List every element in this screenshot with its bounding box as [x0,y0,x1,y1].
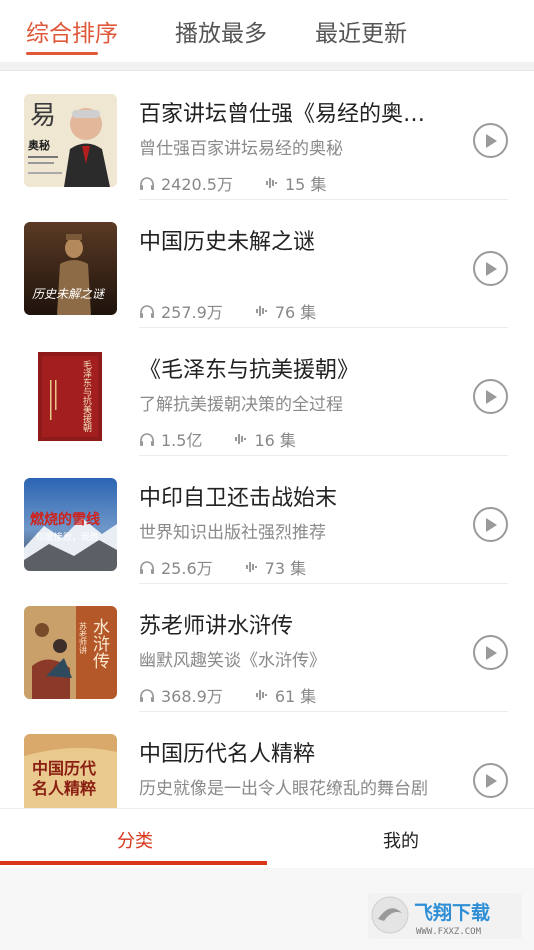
episode-count-value: 16 集 [254,431,296,450]
episode-count: 15 集 [265,171,326,195]
audio-wave-icon [235,434,247,444]
cover-vertical-title: 水浒传 [89,618,110,669]
list-item[interactable]: 中国历代 名人精粹 中国历代名人精粹 历史就像是一出令人眼花缭乱的舞台剧 [0,712,534,808]
album-title: 中国历史未解之谜 [139,230,316,255]
play-count-value: 25.6万 [161,559,213,578]
active-tab-indicator [26,52,98,55]
headphones-icon [140,305,154,318]
cover-vertical-subtitle: 苏老师讲 [79,621,88,655]
album-stats: 25.6万 73 集 [139,555,338,579]
album-cover: 历史未解之谜 [24,222,117,315]
play-count: 257.9万 [139,299,223,323]
watermark-logo: 飞翔下载 WWW.FXXZ.COM [368,893,522,939]
album-subtitle: 幽默风趣笑谈《水浒传》 [139,651,326,671]
audio-wave-icon [266,178,277,188]
album-cover: 中国历代 名人精粹 [24,734,117,808]
episode-count: 61 集 [255,683,316,707]
play-icon [485,645,497,660]
headphones-icon [140,561,154,574]
play-icon [485,389,497,404]
album-title: 中国历代名人精粹 [139,742,316,767]
play-count-value: 257.9万 [161,303,223,322]
play-button[interactable] [473,251,508,286]
album-subtitle: 历史就像是一出令人眼花缭乱的舞台剧 [139,779,428,799]
watermark-text: 飞翔下载 [414,901,490,924]
tab-comprehensive-sort[interactable]: 综合排序 [26,14,118,48]
play-icon [485,261,497,276]
headphones-icon [140,433,154,446]
play-button[interactable] [473,635,508,670]
cover-title: 燃烧的雪线 [30,511,100,528]
cover-subtitle: 印度惨败，我胜 [36,531,99,543]
album-stats: 257.9万 76 集 [139,299,348,323]
tab-recently-updated[interactable]: 最近更新 [315,14,407,48]
episode-count: 76 集 [255,299,316,323]
album-title: 百家讲坛曾仕强《易经的奥秘》 [139,102,439,127]
audio-wave-icon [255,306,267,316]
list-item[interactable]: 毛泽东与抗美援朝 《毛泽东与抗美援朝》 了解抗美援朝决策的全过程 1.5亿 16… [0,328,534,456]
play-count-value: 1.5亿 [161,431,203,450]
album-title: 《毛泽东与抗美援朝》 [139,358,360,383]
play-icon [485,517,497,532]
album-stats: 1.5亿 16 集 [139,427,328,451]
play-count: 1.5亿 [139,427,202,451]
watermark-url: WWW.FXXZ.COM [416,927,482,937]
bottom-tab-bar: 分类 我的 [0,808,534,868]
episode-count-value: 73 集 [264,559,307,578]
play-count: 368.9万 [139,683,223,707]
album-stats: 2420.5万 15 集 [139,171,358,195]
album-list: 易 奥秘 百家讲坛曾仕强《易经的奥秘》 曾仕强百家讲坛易经的奥秘 2420.5万… [0,72,534,808]
cover-title-line2: 名人精粹 [32,779,96,798]
nav-active-indicator [0,861,267,865]
album-subtitle: 世界知识出版社强烈推荐 [139,523,326,543]
cover-small-text: 奥秘 [27,138,50,152]
episode-count: 73 集 [245,555,306,579]
album-stats: 368.9万 61 集 [139,683,348,707]
headphones-icon [140,689,154,702]
play-button[interactable] [473,123,508,158]
album-cover: 燃烧的雪线 印度惨败，我胜 [24,478,117,571]
play-count-value: 2420.5万 [161,175,233,194]
list-item[interactable]: 水浒传 苏老师讲 苏老师讲水浒传 幽默风趣笑谈《水浒传》 368.9万 61 集 [0,584,534,712]
list-item[interactable]: 易 奥秘 百家讲坛曾仕强《易经的奥秘》 曾仕强百家讲坛易经的奥秘 2420.5万… [0,72,534,200]
album-subtitle: 了解抗美援朝决策的全过程 [139,395,343,415]
cover-vertical-title: 毛泽东与抗美援朝 [81,359,92,433]
album-cover: 水浒传 苏老师讲 [24,606,117,699]
nav-mine[interactable]: 我的 [383,827,419,853]
list-item[interactable]: 历史未解之谜 中国历史未解之谜 257.9万 76 集 [0,200,534,328]
audio-wave-icon [245,562,257,572]
nav-category[interactable]: 分类 [117,827,153,853]
cover-big-char: 易 [30,101,56,131]
play-count: 2420.5万 [139,171,233,195]
play-button[interactable] [473,379,508,414]
play-icon [485,133,497,148]
play-button[interactable] [473,763,508,798]
play-button[interactable] [473,507,508,542]
episode-count-value: 61 集 [274,687,317,706]
cover-title-line1: 中国历代 [32,759,96,778]
headphones-icon [140,177,154,190]
album-title: 中印自卫还击战始末 [139,486,338,511]
album-cover: 易 奥秘 [24,94,117,187]
album-cover: 毛泽东与抗美援朝 [24,350,117,443]
play-count-value: 368.9万 [161,687,223,706]
play-count: 25.6万 [139,555,213,579]
sort-tabs: 综合排序 播放最多 最近更新 [0,0,534,62]
tab-most-played[interactable]: 播放最多 [175,14,267,48]
episode-count: 16 集 [234,427,296,451]
play-icon [485,773,497,788]
top-divider [0,62,534,71]
audio-wave-icon [255,690,267,700]
cover-caption: 历史未解之谜 [32,287,106,301]
list-item[interactable]: 燃烧的雪线 印度惨败，我胜 中印自卫还击战始末 世界知识出版社强烈推荐 25.6… [0,456,534,584]
album-title: 苏老师讲水浒传 [139,614,294,639]
episode-count-value: 76 集 [274,303,317,322]
album-subtitle: 曾仕强百家讲坛易经的奥秘 [139,139,343,159]
episode-count-value: 15 集 [285,175,327,194]
